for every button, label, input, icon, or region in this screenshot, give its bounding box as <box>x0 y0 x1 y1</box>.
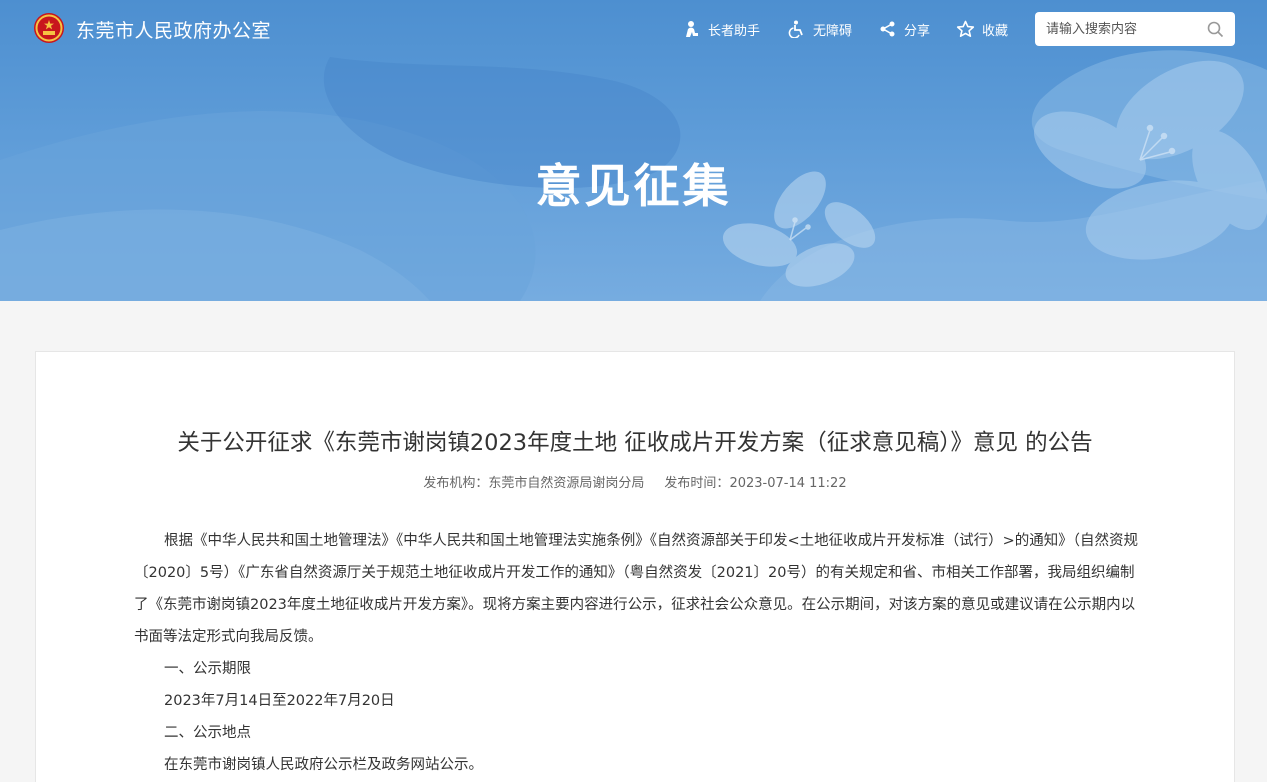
hero-title: 意见征集 <box>535 159 732 213</box>
accessibility-icon <box>788 20 803 38</box>
publisher-value: 东莞市自然资源局谢岗分局 <box>488 476 645 491</box>
publish-time-value: 2023-07-14 11:22 <box>729 476 847 491</box>
search-box <box>1035 12 1235 46</box>
elder-assistant-label: 长者助手 <box>708 23 761 39</box>
favorite-button[interactable]: 收藏 <box>956 19 1008 39</box>
section-heading-period: 一、公示期限 <box>164 661 251 677</box>
national-emblem-icon <box>34 13 64 43</box>
article-title: 关于公开征求《东莞市谢岗镇2023年度土地 征收成片开发方案（征求意见稿）》意见… <box>177 430 1093 456</box>
top-bar: 东莞市人民政府办公室 长者助手 无障碍 分享 收藏 请输入搜索内容 <box>0 0 1267 57</box>
favorite-label: 收藏 <box>982 23 1009 39</box>
publisher-label: 发布机构： <box>423 476 489 491</box>
publish-time-label: 发布时间： <box>664 476 730 491</box>
star-icon <box>956 20 975 38</box>
article-body: 根据《中华人民共和国土地管理法》《中华人民共和国土地管理法实施条例》《自然资源部… <box>134 525 1144 781</box>
elder-assistant-icon <box>686 21 698 37</box>
section-content-location: 在东莞市谢岗镇人民政府公示栏及政务网站公示。 <box>164 757 483 773</box>
share-button[interactable]: 分享 <box>879 19 930 39</box>
section-content-period: 2023年7月14日至2022年7月20日 <box>164 693 395 709</box>
accessibility-button[interactable]: 无障碍 <box>788 19 852 39</box>
accessibility-label: 无障碍 <box>813 23 853 39</box>
search-icon[interactable] <box>1207 21 1224 38</box>
elder-assistant-button[interactable]: 长者助手 <box>683 19 760 39</box>
share-label: 分享 <box>904 23 931 39</box>
article-card: 关于公开征求《东莞市谢岗镇2023年度土地 征收成片开发方案（征求意见稿）》意见… <box>35 351 1235 782</box>
section-heading-location: 二、公示地点 <box>164 725 251 741</box>
article-paragraph: 根据《中华人民共和国土地管理法》《中华人民共和国土地管理法实施条例》《自然资源部… <box>134 533 1139 645</box>
site-title[interactable]: 东莞市人民政府办公室 <box>76 16 271 43</box>
share-icon <box>880 21 895 37</box>
article-meta: 发布机构：东莞市自然资源局谢岗分局 发布时间：2023-07-14 11:22 <box>36 472 1234 491</box>
hero-banner: 东莞市人民政府办公室 长者助手 无障碍 分享 收藏 请输入搜索内容 意见征集 <box>0 0 1267 301</box>
search-input[interactable] <box>1046 13 1206 45</box>
